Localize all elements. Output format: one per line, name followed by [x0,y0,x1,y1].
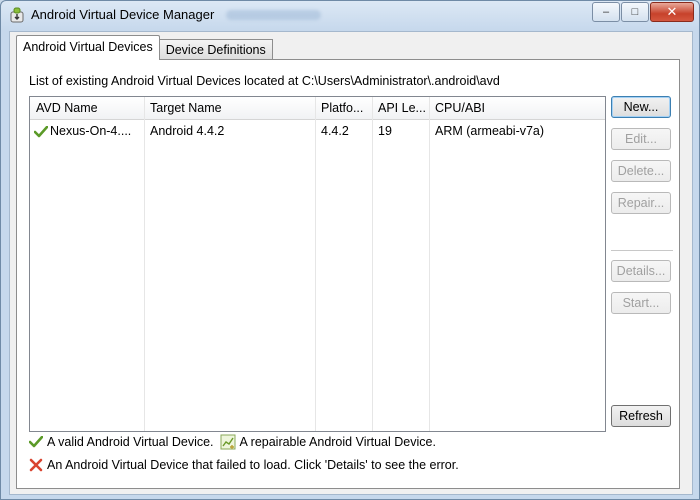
avd-name-cell: Nexus-On-4.... [30,120,144,142]
column-divider [372,97,373,431]
avd-name-text: Nexus-On-4.... [50,124,132,138]
avd-manager-window: Android Virtual Device Manager – □ ✕ And… [0,0,700,500]
legend-line-1: A valid Android Virtual Device. A repair… [29,434,436,450]
blurred-title-text [226,10,321,20]
button-separator [611,250,673,251]
maximize-button[interactable]: □ [621,2,649,22]
avd-tab-panel: List of existing Android Virtual Devices… [16,59,680,489]
table-header: AVD Name Target Name Platfo... API Le...… [30,97,605,120]
platform-cell: 4.4.2 [321,124,349,138]
android-app-icon [10,7,24,23]
new-button[interactable]: New... [611,96,671,118]
legend-valid-text: A valid Android Virtual Device. [47,435,214,449]
close-button[interactable]: ✕ [650,2,694,22]
window-title: Android Virtual Device Manager [31,7,215,22]
column-header-api-level[interactable]: API Le... [372,97,429,119]
tab-android-virtual-devices[interactable]: Android Virtual Devices [16,35,160,60]
column-divider [429,97,430,431]
details-button[interactable]: Details... [611,260,671,282]
column-header-target-name[interactable]: Target Name [144,97,315,119]
column-header-cpu-abi[interactable]: CPU/ABI [429,97,605,119]
legend-repairable-text: A repairable Android Virtual Device. [239,435,436,449]
delete-button[interactable]: Delete... [611,160,671,182]
column-divider [144,97,145,431]
edit-button[interactable]: Edit... [611,128,671,150]
column-divider [315,97,316,431]
avd-location-label: List of existing Android Virtual Devices… [29,74,500,88]
cpu-abi-cell: ARM (armeabi-v7a) [435,124,545,138]
tab-bar: Android Virtual Devices Device Definitio… [16,35,273,60]
dialog-client-area: Android Virtual Devices Device Definitio… [9,31,693,495]
minimize-button[interactable]: – [592,2,620,22]
failed-x-icon [29,458,43,472]
api-level-cell: 19 [378,124,392,138]
start-button[interactable]: Start... [611,292,671,314]
legend-failed-text: An Android Virtual Device that failed to… [47,458,459,472]
repair-button[interactable]: Repair... [611,192,671,214]
column-header-platform[interactable]: Platfo... [315,97,372,119]
tab-device-definitions[interactable]: Device Definitions [158,39,273,60]
valid-check-icon [34,125,48,138]
refresh-button[interactable]: Refresh [611,405,671,427]
avd-table[interactable]: AVD Name Target Name Platfo... API Le...… [29,96,606,432]
table-row[interactable]: Nexus-On-4.... Android 4.4.2 4.4.2 19 AR… [30,120,605,142]
legend-line-2: An Android Virtual Device that failed to… [29,458,459,472]
title-bar[interactable]: Android Virtual Device Manager – □ ✕ [1,1,699,29]
column-header-avd-name[interactable]: AVD Name [30,97,144,119]
target-name-cell: Android 4.4.2 [150,124,225,138]
repairable-icon [220,434,236,450]
valid-check-icon [29,436,43,448]
window-controls: – □ ✕ [591,2,694,22]
